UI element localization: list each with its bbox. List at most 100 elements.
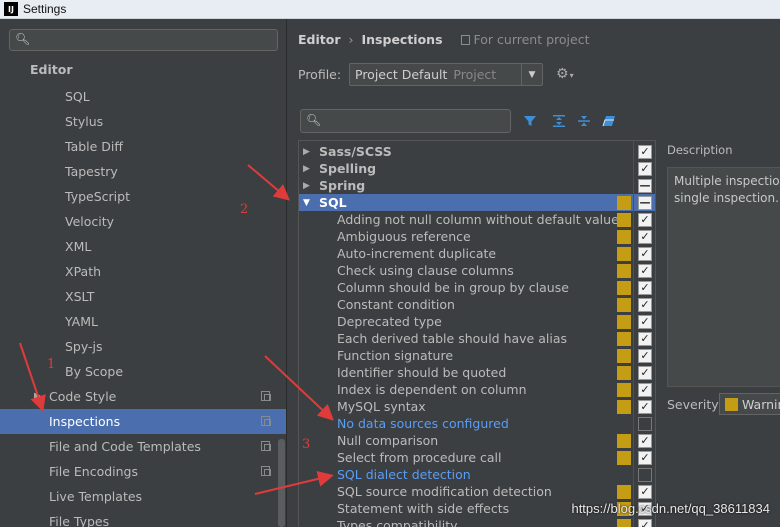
settings-search-input[interactable]: 🔍︎ [9, 29, 278, 51]
expand-all-icon[interactable] [551, 114, 567, 130]
breadcrumb-separator: › [348, 32, 354, 47]
enabled-checkbox[interactable]: ✓ [638, 434, 652, 448]
sidebar-item-by-scope[interactable]: By Scope [0, 359, 286, 384]
project-scope-icon [261, 416, 271, 426]
enabled-checkbox[interactable]: — [638, 196, 652, 210]
sidebar-item-table-diff[interactable]: Table Diff [0, 134, 286, 159]
sidebar-item-sql[interactable]: SQL [0, 84, 286, 109]
inspection-label: Auto-increment duplicate [337, 246, 497, 261]
filter-icon[interactable] [522, 114, 538, 130]
sidebar-item-tapestry[interactable]: Tapestry [0, 159, 286, 184]
severity-warning-icon [617, 366, 631, 380]
expand-arrow-icon[interactable]: ▶ [303, 181, 310, 191]
inspection-row[interactable]: No data sources configured [299, 415, 655, 432]
sidebar-item-stylus[interactable]: Stylus [0, 109, 286, 134]
expand-arrow-icon[interactable]: ▶ [303, 164, 310, 174]
sidebar-group-editor[interactable]: Editor [0, 57, 286, 82]
enabled-checkbox[interactable]: — [638, 179, 652, 193]
inspection-label: Each derived table should have alias [337, 331, 567, 346]
inspection-search-input[interactable]: 🔍︎ [300, 109, 511, 133]
sidebar-item-inspections[interactable]: Inspections [0, 409, 286, 434]
description-line-1: Multiple inspection [674, 174, 780, 188]
scope-label: For current project [473, 32, 590, 47]
enabled-checkbox[interactable]: ✓ [638, 247, 652, 261]
inspection-label: Deprecated type [337, 314, 442, 329]
sidebar-item-label: Tapestry [65, 164, 118, 179]
enabled-checkbox[interactable]: ✓ [638, 366, 652, 380]
severity-warning-icon [617, 349, 631, 363]
inspection-label[interactable]: No data sources configured [337, 416, 509, 431]
sidebar-item-label: TypeScript [65, 189, 130, 204]
collapse-arrow-icon[interactable]: ▼ [303, 198, 310, 208]
sidebar-item-label: Velocity [65, 214, 115, 229]
sidebar-item-yaml[interactable]: YAML [0, 309, 286, 334]
inspection-row[interactable]: Types compatibility ✓ [299, 517, 655, 527]
sidebar-item-label: SQL [65, 89, 90, 104]
chevron-down-icon[interactable]: ▼ [521, 64, 542, 85]
annotation-number-2: 2 [240, 202, 249, 217]
expand-arrow-icon[interactable]: ▶ [303, 147, 310, 157]
enabled-checkbox[interactable]: ✓ [638, 383, 652, 397]
sidebar-scrollbar[interactable] [278, 439, 285, 527]
enabled-checkbox[interactable]: ✓ [638, 349, 652, 363]
inspection-group-row[interactable]: ▶ Sass/SCSS ✓ [299, 143, 655, 160]
inspection-row[interactable]: Check using clause columns ✓ [299, 262, 655, 279]
inspection-group-row[interactable]: ▼ SQL — [299, 194, 655, 211]
inspection-row[interactable]: Column should be in group by clause ✓ [299, 279, 655, 296]
inspection-row[interactable]: Null comparison ✓ [299, 432, 655, 449]
inspection-row[interactable]: Each derived table should have alias ✓ [299, 330, 655, 347]
inspection-row[interactable]: Index is dependent on column ✓ [299, 381, 655, 398]
inspection-row[interactable]: SQL source modification detection ✓ [299, 483, 655, 500]
inspection-row[interactable]: Deprecated type ✓ [299, 313, 655, 330]
inspection-row[interactable]: Adding not null column without default v… [299, 211, 655, 228]
collapse-all-icon[interactable] [576, 114, 592, 130]
enabled-checkbox[interactable] [638, 468, 652, 482]
inspection-row[interactable]: MySQL syntax ✓ [299, 398, 655, 415]
severity-select[interactable]: Warnin [719, 393, 780, 415]
enabled-checkbox[interactable]: ✓ [638, 264, 652, 278]
sidebar-item-live-templates[interactable]: Live Templates [0, 484, 286, 509]
sidebar-item-code-style[interactable]: ▶ Code Style [0, 384, 286, 409]
enabled-checkbox[interactable]: ✓ [638, 213, 652, 227]
sidebar-item-label: Live Templates [49, 489, 143, 504]
project-scope-icon [261, 466, 271, 476]
inspections-tree: ▶ Sass/SCSS ✓ ▶ Spelling ✓ ▶ Spring — ▼ SQL — Adding… [298, 140, 656, 527]
severity-warning-icon [617, 281, 631, 295]
sidebar-item-file-and-code-templates[interactable]: File and Code Templates [0, 434, 286, 459]
sidebar-item-xml[interactable]: XML [0, 234, 286, 259]
enabled-checkbox[interactable]: ✓ [638, 162, 652, 176]
enabled-checkbox[interactable]: ✓ [638, 298, 652, 312]
sidebar-item-file-encodings[interactable]: File Encodings [0, 459, 286, 484]
inspection-row[interactable]: Identifier should be quoted ✓ [299, 364, 655, 381]
enabled-checkbox[interactable]: ✓ [638, 230, 652, 244]
enabled-checkbox[interactable]: ✓ [638, 145, 652, 159]
eraser-icon[interactable] [601, 114, 617, 130]
enabled-checkbox[interactable]: ✓ [638, 281, 652, 295]
sidebar-item-label: XSLT [65, 289, 95, 304]
inspection-row[interactable]: SQL dialect detection [299, 466, 655, 483]
inspection-label[interactable]: SQL dialect detection [337, 467, 471, 482]
inspection-row[interactable]: Select from procedure call ✓ [299, 449, 655, 466]
enabled-checkbox[interactable] [638, 417, 652, 431]
inspection-row[interactable]: Constant condition ✓ [299, 296, 655, 313]
breadcrumb-parent[interactable]: Editor [298, 32, 341, 47]
inspection-row[interactable]: Auto-increment duplicate ✓ [299, 245, 655, 262]
enabled-checkbox[interactable]: ✓ [638, 400, 652, 414]
sidebar-item-spy-js[interactable]: Spy-js [0, 334, 286, 359]
enabled-checkbox[interactable]: ✓ [638, 451, 652, 465]
enabled-checkbox[interactable]: ✓ [638, 519, 652, 527]
inspection-row[interactable]: Function signature ✓ [299, 347, 655, 364]
gear-icon[interactable]: ⚙▾ [556, 66, 574, 82]
profile-select[interactable]: Project Default Project ▼ [349, 63, 543, 86]
sidebar-item-file-types[interactable]: File Types [0, 509, 286, 527]
sidebar-item-xpath[interactable]: XPath [0, 259, 286, 284]
inspection-group-row[interactable]: ▶ Spring — [299, 177, 655, 194]
sidebar-item-xslt[interactable]: XSLT [0, 284, 286, 309]
inspection-group-row[interactable]: ▶ Spelling ✓ [299, 160, 655, 177]
inspection-row[interactable]: Ambiguous reference ✓ [299, 228, 655, 245]
expand-arrow-icon[interactable]: ▶ [34, 391, 42, 402]
sidebar-item-label: YAML [65, 314, 98, 329]
enabled-checkbox[interactable]: ✓ [638, 485, 652, 499]
enabled-checkbox[interactable]: ✓ [638, 332, 652, 346]
enabled-checkbox[interactable]: ✓ [638, 315, 652, 329]
